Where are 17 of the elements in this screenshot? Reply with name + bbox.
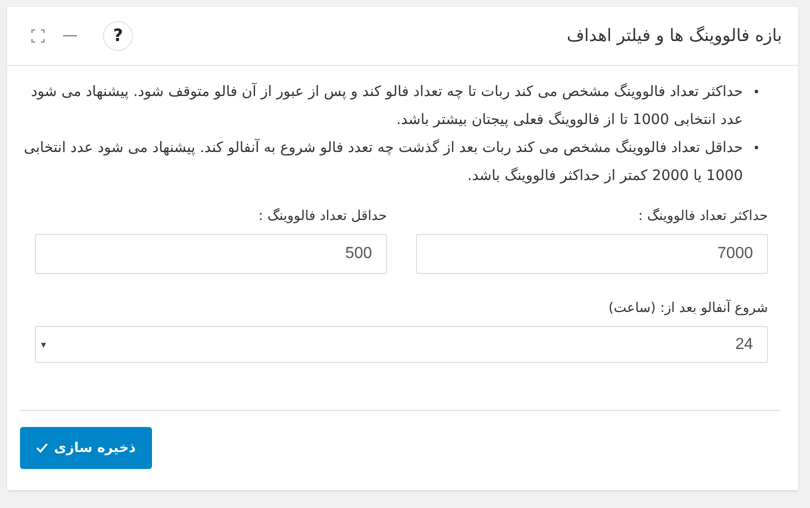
- expand-icon[interactable]: [31, 29, 45, 43]
- check-icon: [36, 443, 48, 453]
- caret-icon: ▾: [41, 338, 46, 350]
- number-field[interactable]: 500: [35, 234, 387, 274]
- minimize-icon[interactable]: [63, 35, 77, 37]
- field-label: شروع آنفالو بعد از: (ساعت): [608, 300, 768, 316]
- hours-dropdown[interactable]: 24 ▾: [35, 326, 768, 363]
- bullet-mark: •: [752, 84, 760, 101]
- field-label: حداکثر تعداد فالووینگ :: [637, 208, 768, 224]
- field-label: حداقل تعداد فالووینگ :: [258, 208, 387, 224]
- save-button[interactable]: ذخیره سازی: [20, 427, 152, 469]
- bullet-mark: •: [752, 140, 760, 157]
- panel-title: بازه فالووینگ ها و فیلتر اهداف: [566, 26, 782, 46]
- help-note: حداکثر تعداد فالووینگ مشخص می کند ربات تا چه تعداد فالو کند و پس از عبور از آن فالو متوقف شود. پیشنهاد می شود عدد انتخابی 1000 تا از فالووینگ فعلی پیجتان بیشتر باشد.: [30, 82, 743, 130]
- help-note: حداقل تعداد فالووینگ مشخص می کند ربات بعد از گذشت چه تعدد فالو شروع به آنفالو کند. پیشنهاد می شود عدد انتخابی 1000 یا 2000 کمتر از حداکثر فالووینگ باشد.: [22, 138, 743, 186]
- help-button[interactable]: ?: [103, 21, 133, 51]
- number-field[interactable]: 7000: [416, 234, 768, 274]
